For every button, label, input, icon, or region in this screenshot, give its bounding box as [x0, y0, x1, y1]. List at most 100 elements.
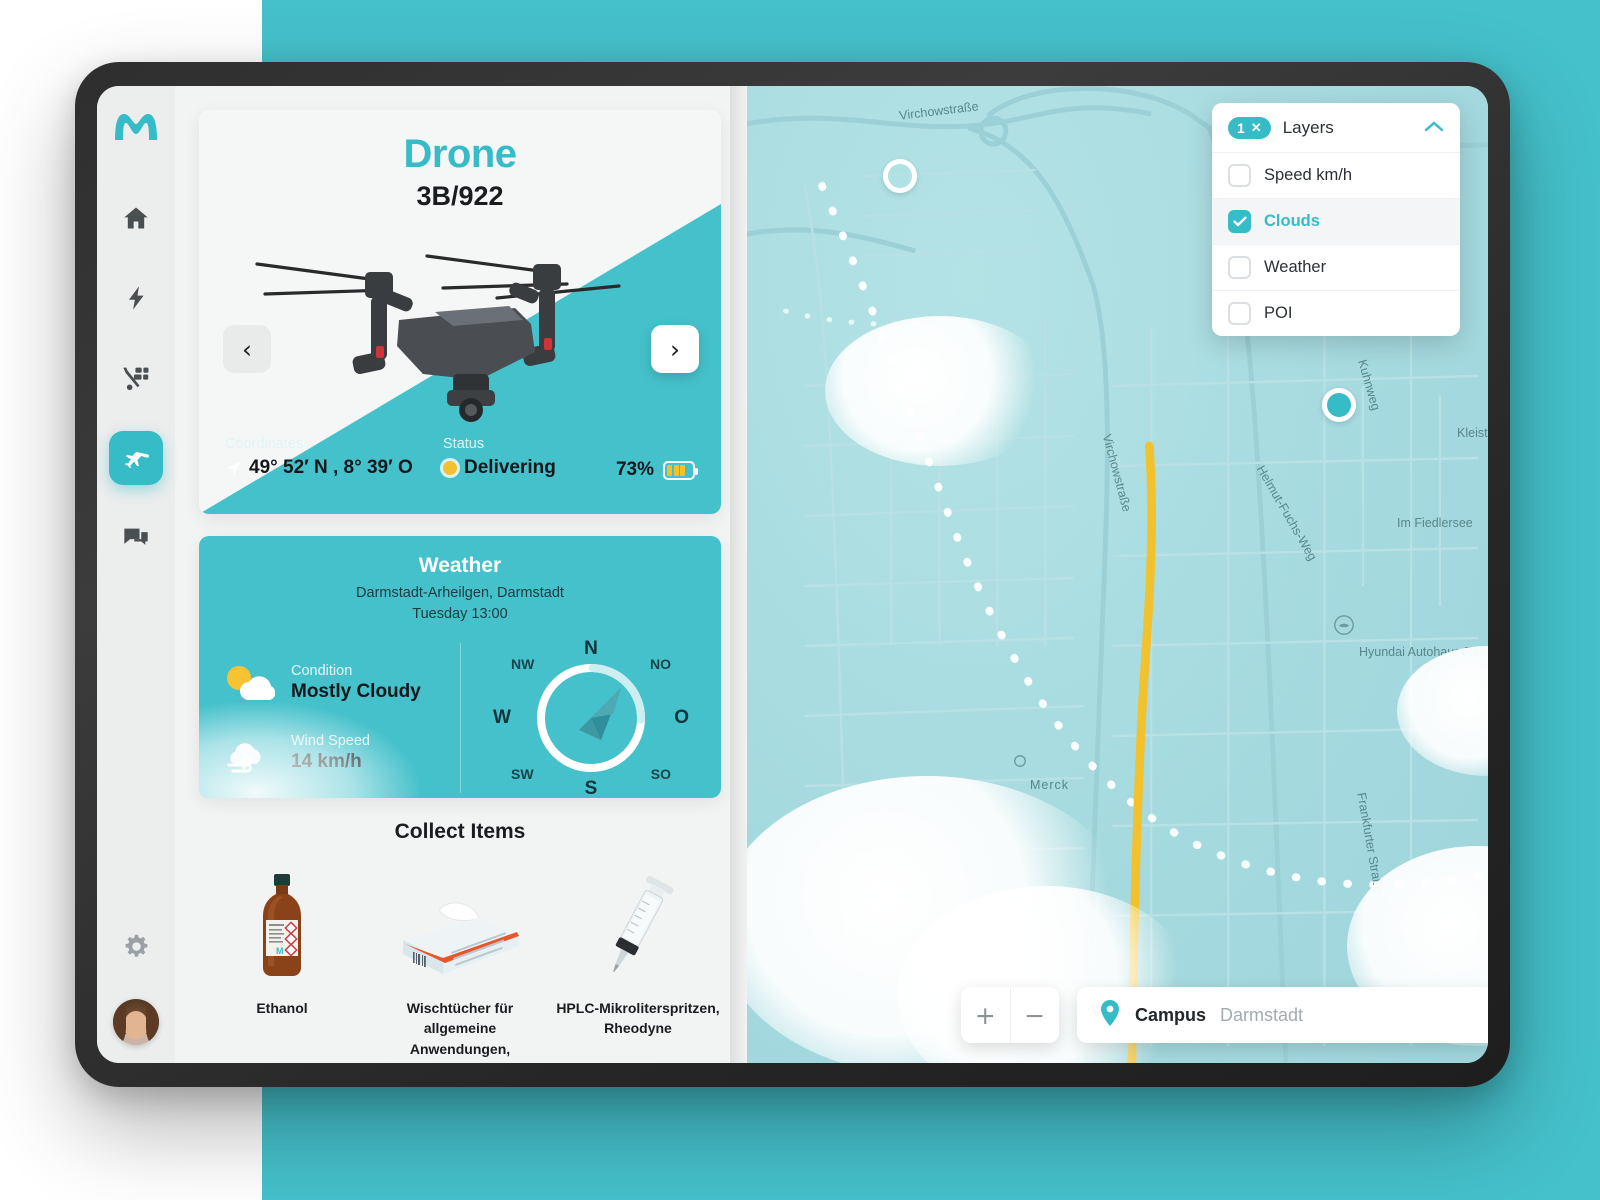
sidebar-item-messages[interactable] — [109, 511, 163, 565]
sidebar-nav — [109, 191, 163, 565]
checkbox[interactable] — [1228, 210, 1251, 233]
syringe-icon — [555, 870, 721, 980]
car-dealer-icon — [1334, 615, 1354, 635]
sidebar-item-drones[interactable] — [109, 431, 163, 485]
item-quantity: 1.000 ml — [199, 1060, 365, 1063]
tablet-frame: Drone 3B/922 ‹ › Coordinates 49° 52′ N ,… — [75, 62, 1510, 1087]
map-zoom-controls: + − — [961, 987, 1059, 1043]
sidebar-item-activity[interactable] — [109, 271, 163, 325]
list-item[interactable]: M Ethanol 1.000 ml — [199, 870, 365, 1063]
layers-panel-header: 1 ✕ Layers — [1212, 103, 1460, 152]
clear-layers-icon[interactable]: ✕ — [1251, 120, 1262, 136]
sidebar-item-home[interactable] — [109, 191, 163, 245]
layers-count-badge[interactable]: 1 ✕ — [1228, 117, 1271, 139]
compass: N S W O NW NO SW SO — [493, 638, 689, 798]
location-pin-icon — [1099, 999, 1121, 1032]
collect-items-list: M Ethanol 1.000 ml — [199, 870, 721, 1063]
weather-wind-row: Wind Speed 14 km/h — [221, 732, 460, 774]
map-label: Im Fiedlersee — [1397, 516, 1473, 530]
weather-wind-texts: Wind Speed 14 km/h — [291, 733, 370, 773]
sidebar-item-settings[interactable] — [109, 919, 163, 973]
status-badge-dot — [443, 461, 457, 475]
map-view[interactable]: Virchowstraße Virchowstraße Helmut-Fuchs… — [747, 86, 1488, 1063]
wipes-box-icon — [377, 870, 543, 980]
drone-next-button[interactable]: › — [651, 325, 699, 373]
compass-o: O — [674, 707, 689, 729]
map-search-bar[interactable]: Campus Darmstadt — [1077, 987, 1488, 1043]
compass-nw: NW — [511, 656, 535, 673]
background-white-bottom — [0, 1090, 262, 1200]
weather-card: Weather Darmstadt-Arheilgen, Darmstadt T… — [199, 536, 721, 798]
list-item[interactable]: Wischtücher für allgemeine Anwendungen, … — [377, 870, 543, 1063]
sidebar-bottom — [109, 919, 163, 1045]
weather-subtitle: Darmstadt-Arheilgen, Darmstadt Tuesday 1… — [199, 583, 721, 625]
layers-panel: 1 ✕ Layers Speed km/h Clouds Weather POI — [1212, 103, 1460, 336]
wind-value: 14 km/h — [291, 751, 362, 773]
wind-label: Wind Speed — [291, 733, 370, 750]
compass-sw: SW — [511, 766, 534, 783]
item-name: Wischtücher für allgemeine Anwendungen, … — [406, 1000, 514, 1063]
checkbox[interactable] — [1228, 302, 1251, 325]
drone-model: 3B/922 — [416, 181, 504, 211]
list-item[interactable]: HPLC-Mikroliterspritzen, Rheodyne 50 pcs — [555, 870, 721, 1063]
ethanol-bottle-icon: M — [199, 870, 365, 980]
checkbox[interactable] — [1228, 164, 1251, 187]
drone-prev-button[interactable]: ‹ — [223, 325, 271, 373]
battery-icon — [663, 460, 698, 480]
left-panel: Drone 3B/922 ‹ › Coordinates 49° 52′ N ,… — [175, 86, 747, 1063]
layers-count: 1 — [1237, 120, 1245, 136]
weather-title: Weather — [418, 554, 502, 577]
check-icon — [1232, 216, 1247, 227]
layer-option-clouds[interactable]: Clouds — [1212, 198, 1460, 244]
zoom-out-button[interactable]: − — [1011, 987, 1060, 1043]
compass-so: SO — [650, 766, 671, 783]
weather-location: Darmstadt-Arheilgen, Darmstadt — [356, 585, 564, 601]
weather-time: Tuesday 13:00 — [412, 606, 508, 623]
lightning-icon — [129, 286, 144, 310]
compass-s: S — [584, 778, 598, 798]
hand-truck-icon — [123, 367, 149, 390]
page-title: Drone — [403, 132, 517, 176]
compass-w: W — [493, 707, 511, 729]
battery-indicator: 73% — [615, 436, 698, 481]
weather-condition-texts: Condition Mostly Cloudy — [291, 663, 421, 703]
layer-option-poi[interactable]: POI — [1212, 290, 1460, 336]
navigation-arrow-icon — [227, 461, 240, 475]
chevron-up-icon[interactable] — [1424, 118, 1444, 138]
merck-m-logo[interactable] — [113, 112, 159, 147]
drone-card-header: Drone 3B/922 — [199, 110, 721, 212]
checkbox[interactable] — [1228, 256, 1251, 279]
compass-no: NO — [650, 656, 671, 673]
coordinates-label: Coordinates — [225, 436, 304, 452]
condition-value: Mostly Cloudy — [291, 681, 421, 703]
zoom-in-button[interactable]: + — [961, 987, 1011, 1043]
layer-label: Weather — [1264, 258, 1327, 276]
compass-n: N — [584, 638, 598, 660]
weather-condition-row: Condition Mostly Cloudy — [221, 662, 460, 704]
search-scope-label: Campus — [1135, 1004, 1207, 1025]
home-icon — [124, 207, 148, 229]
avatar[interactable] — [113, 999, 159, 1045]
drone-stats: Coordinates 49° 52′ N , 8° 39′ O Status — [199, 422, 721, 514]
condition-label: Condition — [291, 663, 353, 680]
map-waypoint-destination[interactable] — [1322, 388, 1356, 422]
coordinates-value: 49° 52′ N , 8° 39′ O — [249, 457, 413, 478]
map-waypoint-start[interactable] — [883, 159, 917, 193]
layer-label: Speed km/h — [1264, 166, 1353, 184]
wind-cloud-icon — [227, 743, 261, 773]
status-label: Status — [443, 436, 485, 452]
map-label: Merck — [1030, 778, 1070, 792]
svg-text:M: M — [276, 946, 284, 956]
layer-option-weather[interactable]: Weather — [1212, 244, 1460, 290]
poi-marker-icon — [1014, 755, 1026, 767]
coordinates-block: Coordinates 49° 52′ N , 8° 39′ O — [225, 436, 443, 479]
search-input[interactable]: Darmstadt — [1220, 1005, 1303, 1026]
sidebar-item-logistics[interactable] — [109, 351, 163, 405]
layers-panel-title: Layers — [1282, 118, 1334, 137]
sidebar — [97, 86, 175, 1063]
layer-option-speed[interactable]: Speed km/h — [1212, 152, 1460, 198]
airplane-icon — [125, 451, 150, 469]
battery-percent: 73% — [615, 459, 654, 480]
weather-metrics: Condition Mostly Cloudy Wind Speed 14 km… — [199, 643, 460, 793]
cloud-decoration — [825, 316, 1055, 466]
